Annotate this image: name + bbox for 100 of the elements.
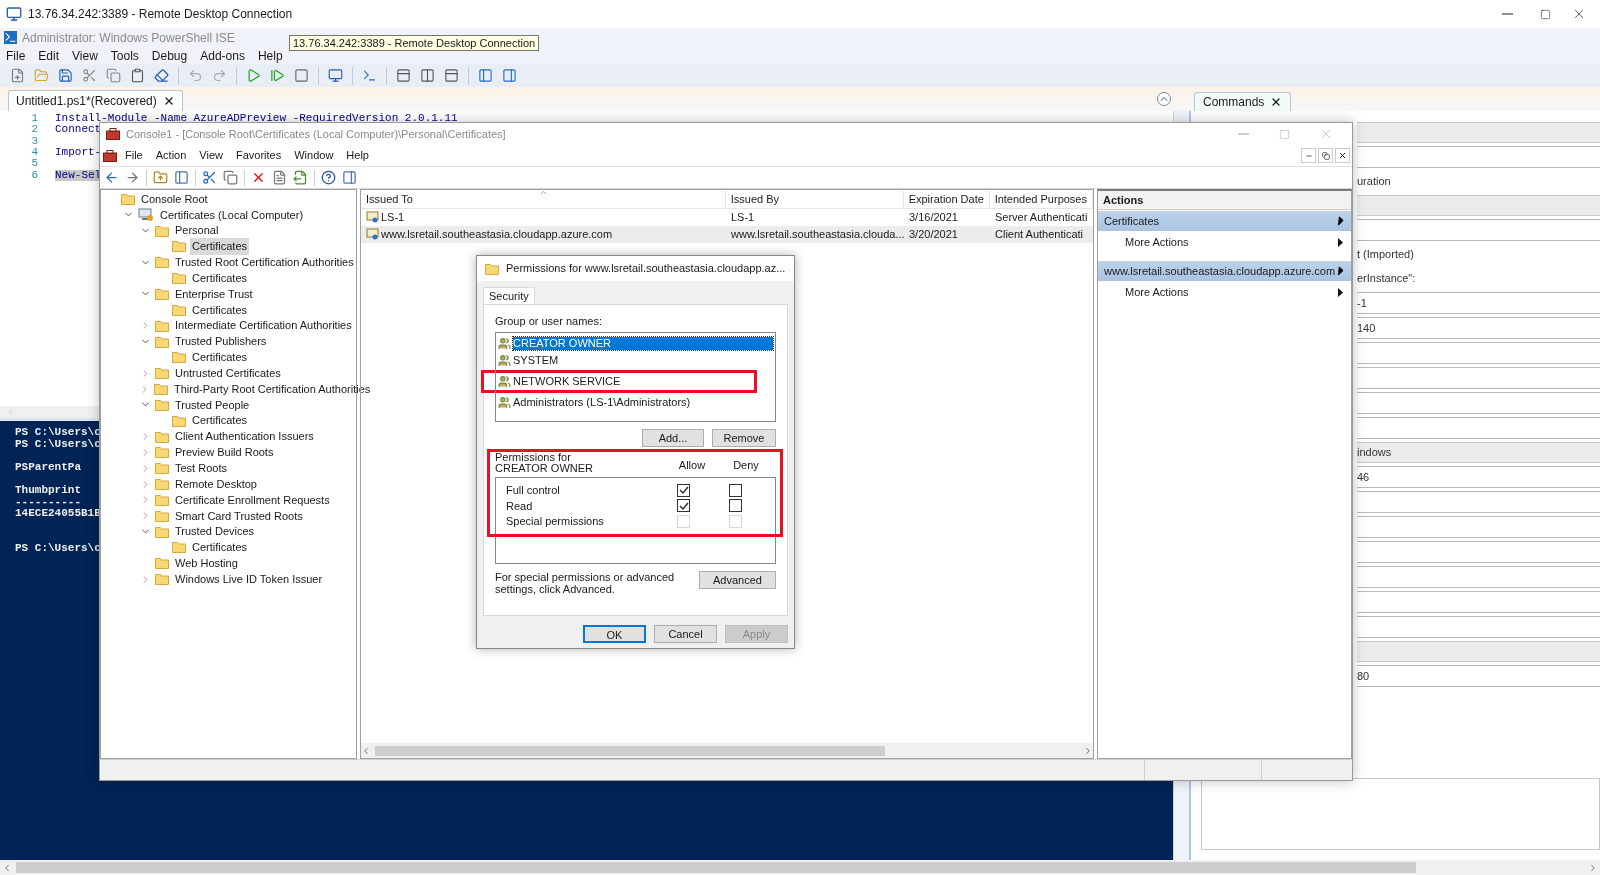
panel-icon[interactable] [502, 68, 517, 83]
tree-item[interactable]: Certificates [190, 349, 250, 366]
show-tree-icon[interactable] [174, 170, 189, 185]
menu-item[interactable]: Help [257, 46, 283, 65]
scroll-right-icon[interactable] [1588, 862, 1598, 873]
parameter-field[interactable] [1357, 392, 1600, 414]
parameter-field[interactable] [1357, 566, 1600, 588]
parameter-field[interactable] [1357, 541, 1600, 563]
checkbox[interactable] [729, 499, 742, 513]
tree-item[interactable]: Test Roots [173, 460, 229, 477]
dialog-button[interactable]: OK [583, 625, 646, 643]
up-folder-icon[interactable] [153, 170, 168, 185]
menu-item[interactable]: Edit [38, 46, 60, 65]
tree-item[interactable]: Certificates [190, 412, 250, 429]
close-button[interactable] [1335, 148, 1350, 163]
panel-icon[interactable] [478, 68, 493, 83]
menu-item[interactable]: Debug [151, 46, 188, 65]
tree-item[interactable]: Console Root [139, 190, 210, 208]
tree-item[interactable]: Trusted Devices [173, 523, 257, 540]
delete-icon[interactable] [251, 170, 266, 185]
menu-item[interactable]: Action [155, 147, 187, 164]
pane-top-icon[interactable] [396, 68, 411, 83]
pane-maximize-icon[interactable] [444, 68, 459, 83]
scrollbar-thumb[interactable] [16, 862, 1416, 873]
tree-item[interactable]: Certificates [190, 238, 250, 255]
show-actions-icon[interactable] [342, 170, 357, 185]
copy-icon[interactable] [223, 170, 238, 185]
open-folder-icon[interactable] [34, 68, 49, 83]
action-section-header[interactable]: www.lsretail.southeastasia.cloudapp.azure.com [1098, 261, 1351, 281]
forward-icon[interactable] [125, 170, 140, 185]
parameter-field[interactable] [1357, 417, 1600, 439]
tree-item[interactable]: Trusted Root Certification Authorities [173, 254, 356, 271]
stop-icon[interactable] [294, 68, 309, 83]
parameter-field[interactable] [1357, 342, 1600, 364]
run-selection-icon[interactable] [270, 68, 285, 83]
menu-item[interactable]: Add-ons [200, 46, 245, 65]
certificate-row[interactable]: www.lsretail.southeastasia.cloudapp.azure.com www.lsretail.southeastasia.clouda... 3/20/2021 Client Authenticati [361, 226, 1093, 243]
script-tab[interactable]: Untitled1.ps1*(Recovered) [8, 90, 183, 111]
dialog-tab[interactable]: Security [483, 287, 535, 304]
restore-button[interactable] [1318, 148, 1333, 163]
redo-icon[interactable] [212, 68, 227, 83]
eraser-icon[interactable] [154, 68, 169, 83]
add-button[interactable]: Add... [642, 428, 704, 447]
scroll-left-icon[interactable] [361, 745, 371, 756]
undo-icon[interactable] [188, 68, 203, 83]
scrollbar-thumb[interactable] [375, 745, 885, 756]
tree-item[interactable]: Windows Live ID Token Issuer [173, 570, 325, 588]
principal-item[interactable]: Administrators (LS-1\Administrators) [513, 395, 691, 409]
horizontal-scrollbar[interactable] [0, 860, 1600, 875]
parameter-field[interactable] [1357, 146, 1600, 168]
copy-icon[interactable] [106, 68, 121, 83]
menu-item[interactable]: Window [294, 147, 334, 164]
parameter-field[interactable] [1357, 491, 1600, 513]
parameter-field[interactable]: 80 [1357, 665, 1600, 687]
tree-item[interactable]: Enterprise Trust [173, 285, 255, 303]
section-header[interactable] [1357, 195, 1600, 216]
action-item[interactable]: More Actions [1098, 281, 1351, 303]
minimize-button[interactable] [1301, 148, 1316, 163]
cut-icon[interactable] [202, 170, 217, 185]
certificate-row[interactable]: LS-1 LS-1 3/16/2021 Server Authenticati [361, 209, 1093, 226]
menu-item[interactable]: Favorites [235, 147, 282, 164]
parameter-field[interactable] [1357, 219, 1600, 241]
parameter-field[interactable] [1357, 367, 1600, 389]
tree-item[interactable]: Untrusted Certificates [173, 364, 283, 382]
menu-item[interactable]: Help [346, 147, 369, 164]
parameter-field[interactable]: 46 [1357, 466, 1600, 488]
tree-item[interactable]: Certificates [190, 301, 250, 319]
action-section-header[interactable]: Certificates [1098, 211, 1351, 231]
section-header[interactable] [1357, 122, 1600, 143]
principal-list[interactable]: CREATOR OWNER SYSTEM NETWORK SERVICE Administrators (LS-1\Administrators) [495, 331, 776, 422]
tree-item[interactable]: Trusted Publishers [173, 333, 269, 350]
save-icon[interactable] [58, 68, 73, 83]
action-item[interactable]: More Actions [1098, 231, 1351, 253]
checkbox[interactable] [729, 483, 742, 497]
tree-item[interactable]: Certificate Enrollment Requests [173, 491, 332, 509]
parameter-field[interactable] [1357, 591, 1600, 613]
tree-item[interactable]: Web Hosting [173, 555, 240, 572]
checkbox[interactable] [677, 499, 690, 513]
scroll-left-icon[interactable] [6, 407, 15, 417]
tree-item[interactable]: Trusted People [173, 396, 252, 414]
monitor-icon[interactable] [328, 68, 343, 83]
scroll-right-icon[interactable] [1083, 745, 1093, 756]
parameter-field[interactable] [1357, 616, 1600, 638]
scroll-left-icon[interactable] [2, 862, 12, 873]
collapse-pane-icon[interactable] [1157, 92, 1171, 106]
new-file-icon[interactable] [10, 68, 25, 83]
parameter-field[interactable]: -1 [1357, 292, 1600, 314]
tree-item[interactable]: Personal [173, 222, 221, 239]
parameter-field[interactable]: 140 [1357, 317, 1600, 339]
cut-icon[interactable] [82, 68, 97, 83]
horizontal-scrollbar[interactable] [361, 743, 1093, 758]
principal-item[interactable]: SYSTEM [513, 353, 559, 367]
principal-item[interactable]: CREATOR OWNER [513, 336, 773, 350]
back-icon[interactable] [104, 170, 119, 185]
dialog-button[interactable]: Cancel [654, 625, 717, 643]
advanced-button[interactable]: Advanced [699, 570, 776, 589]
tree-item[interactable]: Third-Party Root Certification Authorities [172, 380, 373, 398]
properties-icon[interactable] [272, 170, 287, 185]
tree-item[interactable]: Preview Build Roots [173, 444, 276, 461]
principal-item[interactable]: NETWORK SERVICE [513, 374, 621, 388]
